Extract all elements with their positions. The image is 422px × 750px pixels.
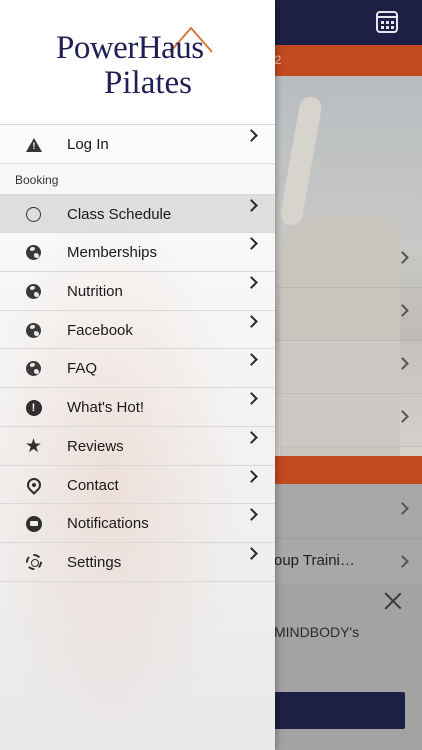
close-icon[interactable] (384, 592, 402, 610)
menu-item-facebook[interactable]: Facebook (0, 309, 275, 349)
globe-icon (24, 282, 43, 301)
menu-item-contact[interactable]: Contact (0, 464, 275, 504)
menu-item-class-schedule[interactable]: Class Schedule (0, 193, 275, 233)
schedule-row[interactable] (275, 235, 422, 288)
side-drawer-menu: PowerHaus Pilates ! Log In Booking Class… (0, 0, 275, 750)
menu-item-label: Notifications (67, 515, 149, 533)
menu-item-label: Settings (67, 553, 122, 571)
chevron-right-icon (396, 502, 409, 515)
menu-item-settings[interactable]: Settings (0, 541, 275, 581)
logo-text-pilates: Pilates (104, 65, 192, 101)
chevron-right-icon (396, 410, 409, 423)
drawer-menu-list: ! Log In Booking Class Schedule Membersh… (0, 124, 275, 582)
section-header-label: Booking (15, 172, 59, 187)
menu-item-memberships[interactable]: Memberships (0, 232, 275, 271)
menu-item-log-in[interactable]: ! Log In (0, 124, 275, 163)
chevron-right-icon (245, 508, 258, 522)
menu-divider (0, 580, 275, 582)
circle-icon (24, 205, 43, 224)
brand-logo: PowerHaus Pilates (0, 0, 275, 124)
section-header-booking: Booking (0, 162, 275, 194)
class-name-text: oup Traini… (274, 552, 355, 569)
chevron-right-icon (245, 129, 258, 142)
chevron-right-icon (396, 357, 409, 370)
menu-item-faq[interactable]: FAQ (0, 348, 275, 387)
chevron-right-icon (245, 469, 258, 483)
chevron-right-icon (245, 430, 258, 444)
star-icon: ★ (24, 435, 43, 457)
schedule-row[interactable] (275, 394, 422, 447)
exclamation-icon: ! (24, 398, 43, 417)
menu-item-label: Class Schedule (67, 205, 172, 223)
chevron-right-icon (245, 392, 258, 405)
globe-icon (24, 243, 43, 262)
menu-item-label: What's Hot! (67, 399, 145, 417)
chevron-right-icon (245, 237, 258, 251)
menu-item-nutrition[interactable]: Nutrition (0, 271, 275, 310)
info-sheet-button[interactable] (262, 692, 405, 729)
calendar-icon[interactable] (376, 11, 398, 33)
menu-item-whats-hot[interactable]: ! What's Hot! (0, 387, 275, 426)
schedule-row[interactable] (275, 288, 422, 341)
chevron-right-icon (245, 353, 258, 367)
menu-item-label: Contact (67, 476, 119, 494)
chevron-right-icon (245, 314, 258, 328)
chevron-right-icon (396, 251, 409, 264)
chevron-right-icon (396, 304, 409, 317)
menu-item-label: Memberships (67, 244, 158, 262)
location-pin-icon (23, 475, 44, 495)
chevron-right-icon (245, 547, 258, 560)
chevron-right-icon (245, 276, 258, 289)
menu-item-notifications[interactable]: Notifications (0, 503, 275, 542)
warning-icon: ! (24, 135, 43, 154)
chat-bubble-icon (24, 514, 43, 533)
globe-icon (24, 321, 43, 340)
chevron-right-icon (245, 198, 258, 212)
chevron-right-icon (396, 555, 409, 568)
globe-icon (24, 359, 43, 378)
gear-icon (24, 553, 43, 572)
menu-item-label: Log In (67, 136, 109, 153)
menu-item-label: Facebook (67, 321, 133, 339)
schedule-row[interactable] (275, 486, 422, 539)
schedule-row[interactable] (275, 341, 422, 394)
logo-text-powerhaus: PowerHaus (56, 30, 204, 66)
menu-item-reviews[interactable]: ★ Reviews (0, 425, 275, 465)
menu-item-label: FAQ (67, 360, 98, 378)
menu-item-label: Nutrition (67, 283, 123, 301)
menu-item-label: Reviews (67, 437, 124, 455)
info-sheet-text: MINDBODY's (274, 624, 360, 640)
